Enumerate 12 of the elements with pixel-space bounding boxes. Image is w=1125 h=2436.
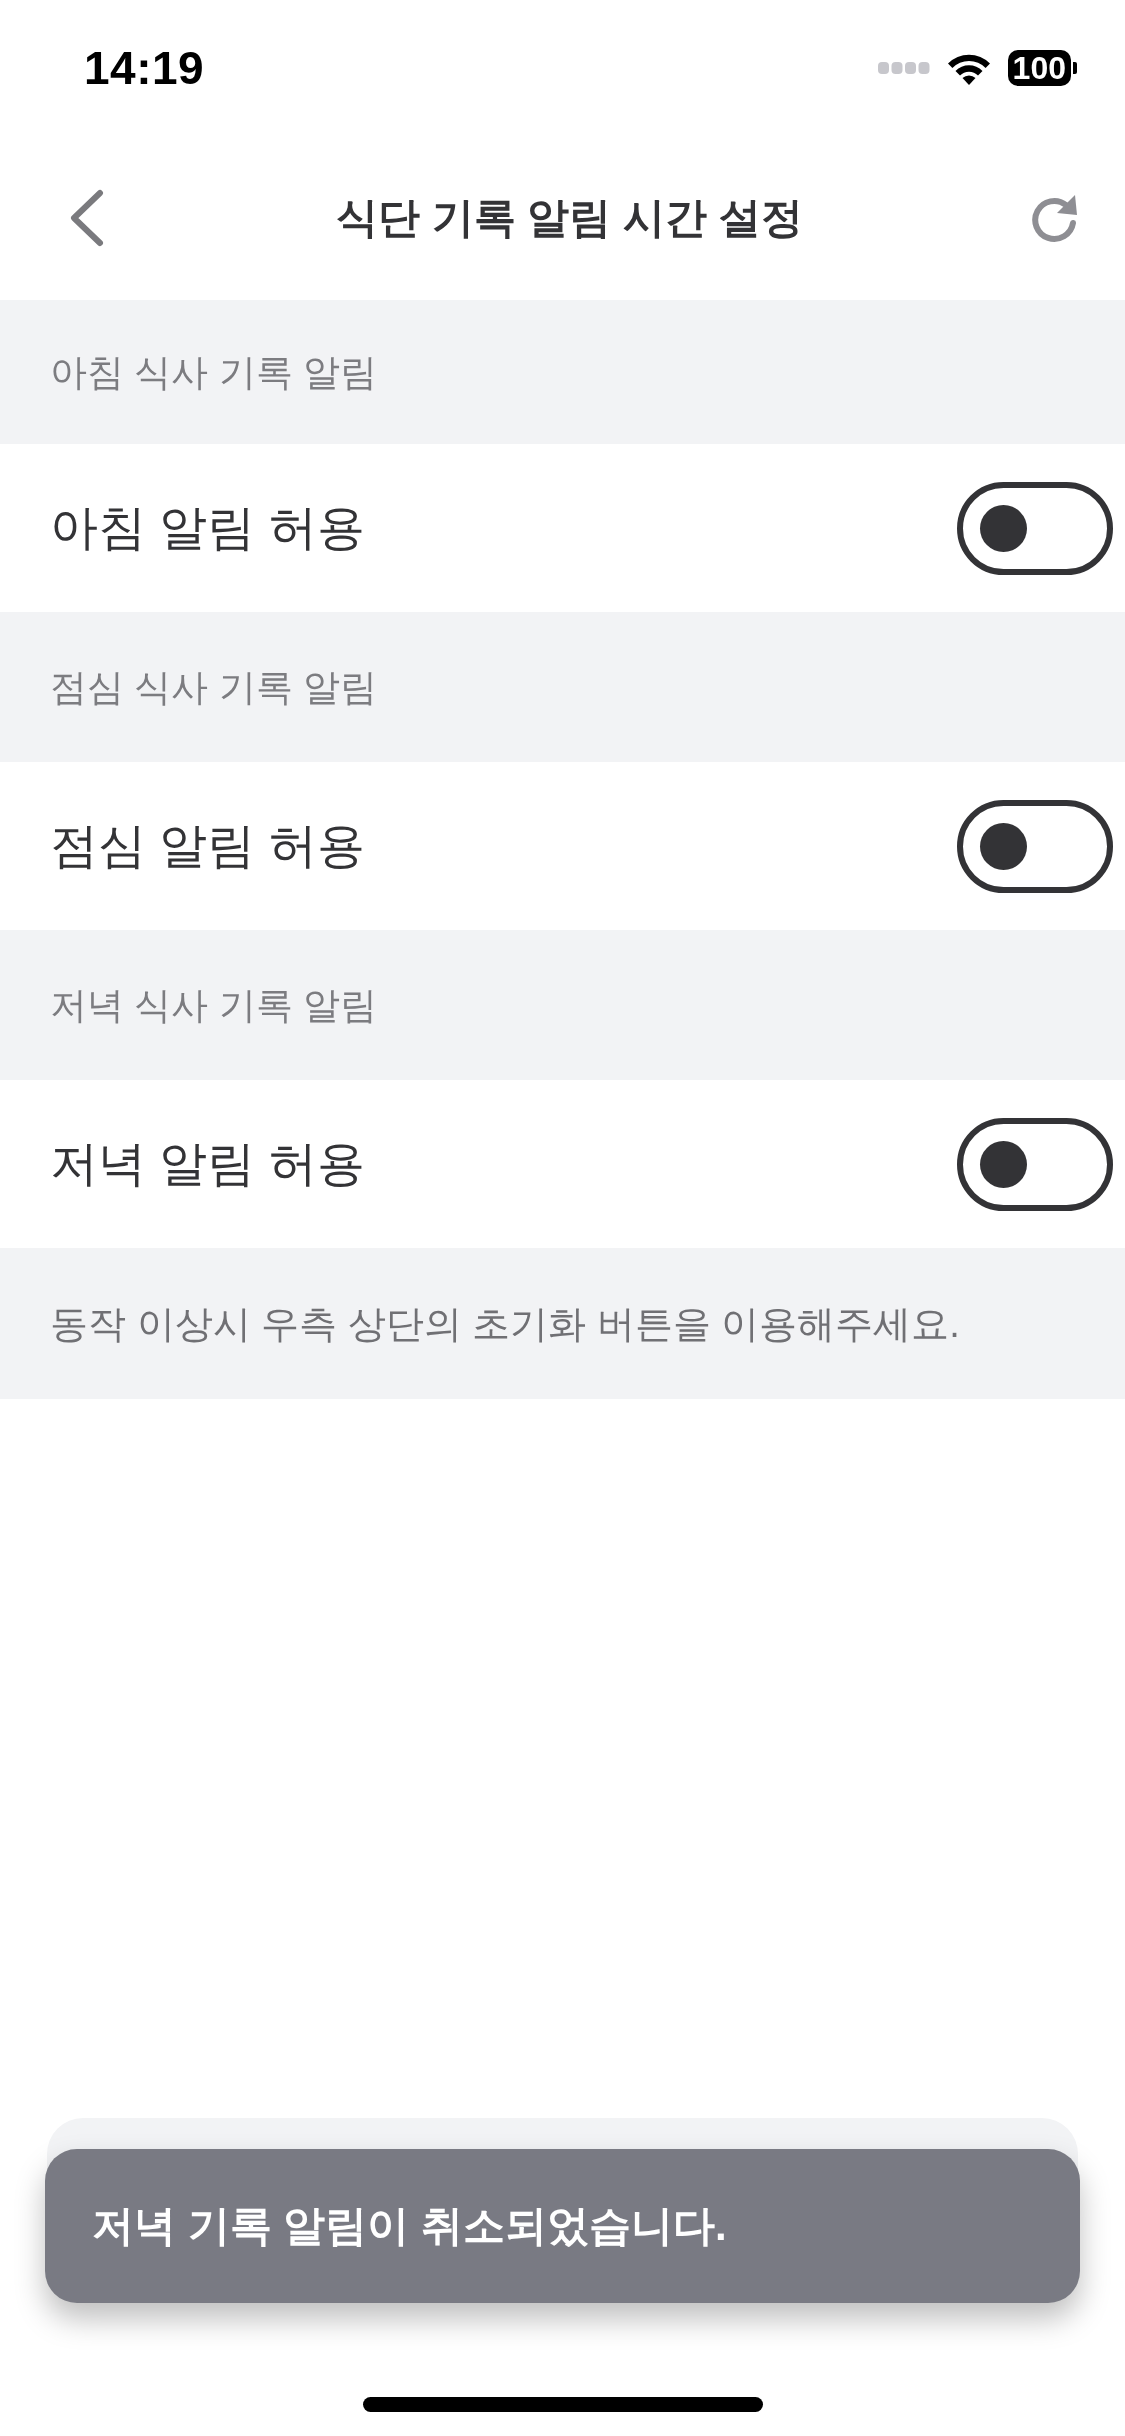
section-heading: 점심 식사 기록 알림 [50,668,377,706]
help-note: 동작 이상시 우측 상단의 초기화 버튼을 이용해주세요. [50,1304,960,1343]
toggle-label: 아침 알림 허용 [50,504,365,552]
status-time: 14:19 [84,45,205,91]
battery-level: 100 [1012,52,1066,84]
section-heading: 아침 식사 기록 알림 [50,353,377,391]
section-heading: 저녁 식사 기록 알림 [50,986,377,1024]
toggle-label: 저녁 알림 허용 [50,1140,365,1188]
toggle-label: 점심 알림 허용 [50,822,365,870]
signal-icon [877,62,930,74]
page-title: 식단 기록 알림 시간 설정 [336,197,803,239]
toast-text: 저녁 기록 알림이 취소되었습니다. [92,2205,727,2247]
